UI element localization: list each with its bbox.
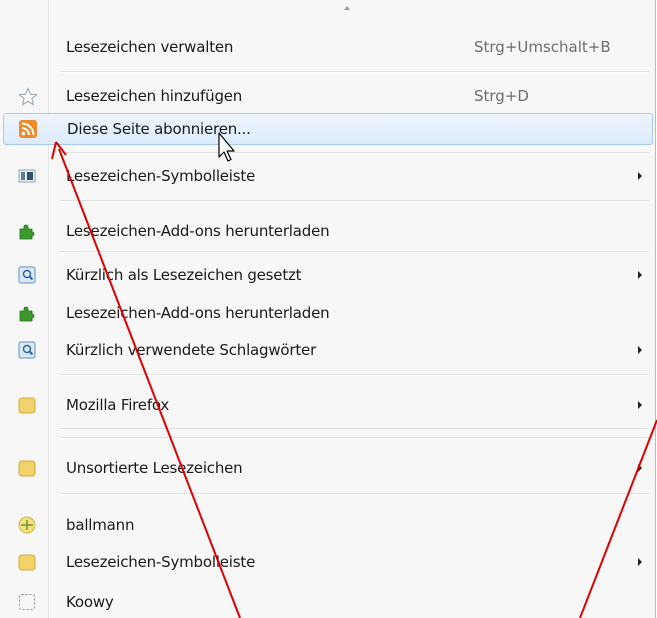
submenu-arrow-icon: [638, 558, 642, 566]
menu-item-subscribe-page[interactable]: Diese Seite abonnieren...: [3, 113, 653, 145]
menu-item-bookmarks-toolbar-folder[interactable]: Lesezeichen-Symbolleiste: [0, 546, 655, 578]
menu-item-label: ballmann: [66, 516, 135, 534]
menu-item-koowy[interactable]: Koowy: [0, 586, 655, 618]
menu-item-label: Lesezeichen-Add-ons herunterladen: [66, 304, 330, 322]
folder-icon: [18, 459, 36, 477]
menu-item-mozilla-firefox-folder[interactable]: Mozilla Firefox: [0, 389, 655, 421]
menu-item-label: Lesezeichen-Add-ons herunterladen: [66, 222, 330, 240]
recent-bookmarks-icon: [18, 266, 36, 284]
menu-item-ballmann[interactable]: ballmann: [0, 509, 655, 541]
menu-item-label: Lesezeichen-Symbolleiste: [66, 167, 256, 185]
menu-item-add-bookmark[interactable]: Lesezeichen hinzufügen Strg+D: [0, 80, 655, 112]
menu-item-shortcut: Strg+Umschalt+B: [474, 38, 611, 56]
menu-item-recently-bookmarked[interactable]: Kürzlich als Lesezeichen gesetzt: [0, 259, 655, 291]
submenu-arrow-icon: [638, 346, 642, 354]
menu-item-label: Kürzlich als Lesezeichen gesetzt: [66, 266, 302, 284]
menu-item-unsorted-bookmarks[interactable]: Unsortierte Lesezeichen: [0, 452, 655, 484]
menu-item-get-bookmark-addons[interactable]: Lesezeichen-Add-ons herunterladen: [0, 215, 655, 247]
menu-item-label: Diese Seite abonnieren...: [67, 120, 251, 138]
menu-separator: [60, 200, 649, 202]
folder-icon: [18, 396, 36, 414]
menu-item-bookmarks-toolbar[interactable]: Lesezeichen-Symbolleiste: [0, 160, 655, 192]
menu-item-label: Lesezeichen hinzufügen: [66, 87, 243, 105]
submenu-arrow-icon: [638, 172, 642, 180]
menu-item-label: Kürzlich verwendete Schlagwörter: [66, 341, 317, 359]
menu-separator: [60, 437, 649, 439]
menu-item-label: Unsortierte Lesezeichen: [66, 459, 243, 477]
menu-item-label: Lesezeichen-Symbolleiste: [66, 553, 256, 571]
menu-item-get-bookmark-addons-2[interactable]: Lesezeichen-Add-ons herunterladen: [0, 297, 655, 329]
menu-separator: [60, 374, 649, 376]
menu-item-label: Mozilla Firefox: [66, 396, 170, 414]
menu-separator: [60, 428, 649, 430]
folder-icon: [18, 553, 36, 571]
menu-item-shortcut: Strg+D: [474, 87, 529, 105]
star-icon: [17, 87, 39, 106]
rss-icon: [19, 120, 37, 138]
menu-separator: [60, 251, 649, 253]
menu-separator: [60, 493, 649, 495]
scroll-up-arrow-icon[interactable]: [344, 6, 350, 10]
puzzle-icon: [18, 304, 36, 322]
menu-separator: [60, 152, 649, 154]
menu-item-label: Koowy: [66, 593, 114, 611]
submenu-arrow-icon: [638, 464, 642, 472]
menu-item-recent-tags[interactable]: Kürzlich verwendete Schlagwörter: [0, 334, 655, 366]
ballmann-favicon-icon: [18, 516, 36, 534]
puzzle-icon: [18, 222, 36, 240]
recent-tags-icon: [18, 341, 36, 359]
menu-item-manage-bookmarks[interactable]: Lesezeichen verwalten Strg+Umschalt+B: [0, 31, 655, 63]
menu-item-label: Lesezeichen verwalten: [66, 38, 234, 56]
menu-separator: [60, 71, 649, 73]
toolbar-icon: [18, 167, 36, 185]
bookmarks-menu: Lesezeichen verwalten Strg+Umschalt+B Le…: [0, 0, 656, 618]
submenu-arrow-icon: [638, 271, 642, 279]
koowy-favicon-icon: [18, 593, 36, 611]
submenu-arrow-icon: [638, 401, 642, 409]
